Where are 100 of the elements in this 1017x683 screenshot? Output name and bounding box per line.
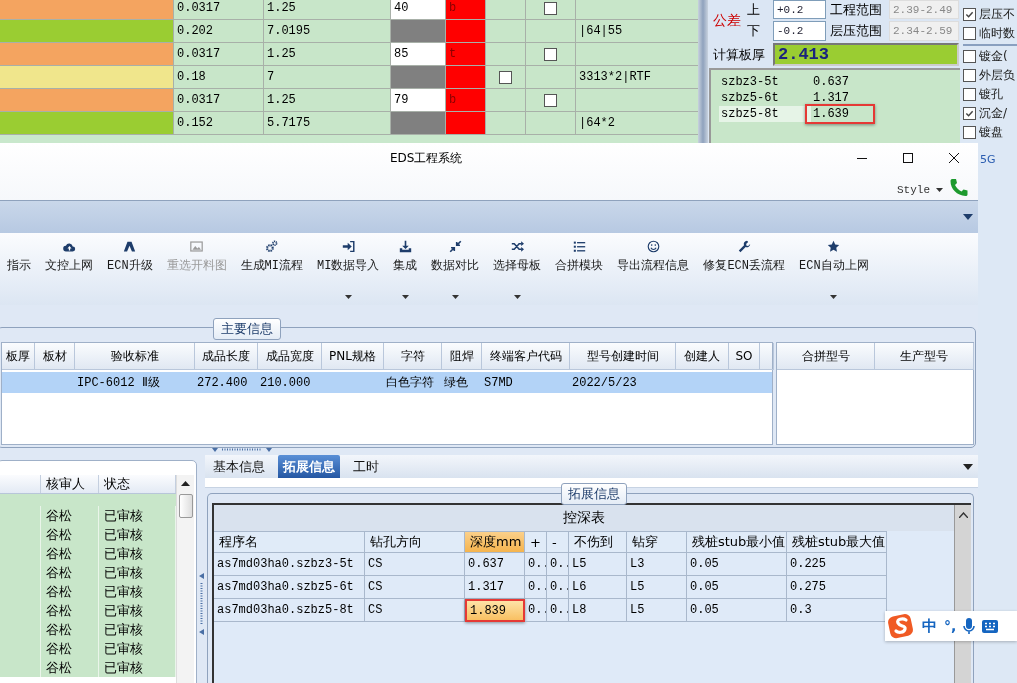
microphone-icon[interactable] (963, 617, 976, 635)
column-header[interactable]: 钻穿 (627, 531, 687, 553)
input-field[interactable]: +0.2 (773, 0, 826, 19)
column-header[interactable]: - (547, 531, 569, 553)
column-header[interactable]: 程序名 (214, 531, 365, 553)
table-cell-text: S7MD (483, 374, 514, 392)
field-label: 下 (747, 22, 761, 40)
table-cell: 谷松 (41, 525, 99, 544)
tab[interactable]: 拓展信息 (278, 455, 340, 478)
input-mode-button[interactable]: 中 (922, 616, 937, 636)
checkbox[interactable] (963, 27, 976, 40)
field-label: 计算板厚 (713, 45, 766, 64)
column-header[interactable]: 深度mm (465, 531, 525, 553)
column-header[interactable]: 钻孔方向 (365, 531, 465, 553)
column-header[interactable]: 板厚 (2, 343, 35, 370)
toolbar-button[interactable]: 修复ECN丢流程 (696, 233, 793, 303)
table-cell (391, 66, 445, 88)
column-header[interactable]: 不伤到 (569, 531, 627, 553)
checkbox[interactable] (544, 93, 557, 107)
column-header[interactable]: 板材 (35, 343, 75, 370)
table-cell (446, 20, 485, 42)
table-cell: 1.25 (264, 0, 390, 19)
splitter-grip-icon[interactable] (198, 573, 204, 635)
column-header[interactable]: + (525, 531, 547, 553)
column-header[interactable]: 创建人 (676, 343, 729, 370)
column-header[interactable]: 验收标准 (75, 343, 195, 370)
toolbar-button[interactable]: 文控上网 (38, 233, 100, 303)
column-header[interactable]: 型号创建时间 (570, 343, 676, 370)
column-header[interactable]: PNL规格 (322, 343, 384, 370)
logo-icon[interactable] (887, 612, 915, 640)
checkbox[interactable] (544, 47, 557, 61)
checkbox[interactable] (963, 69, 976, 82)
option-label: 镀孔 (979, 86, 1003, 103)
field-label: 公差 (713, 10, 742, 30)
table-cell: 已审核 (99, 658, 176, 677)
column-header[interactable]: 终端客户代码 (482, 343, 570, 370)
tab[interactable]: 工时 (348, 455, 384, 478)
phone-icon[interactable] (949, 177, 969, 196)
table-cell: 已审核 (99, 601, 176, 620)
scroll-up-icon[interactable] (958, 512, 968, 518)
checkbox[interactable] (963, 126, 976, 139)
toolbar-button[interactable]: 合拼模块 (548, 233, 611, 303)
table-cell-text: 绿色 (443, 375, 469, 392)
scroll-up-icon[interactable] (181, 481, 190, 486)
toolbar-button[interactable]: 生成MI流程 (233, 233, 310, 303)
table-cell: b (446, 89, 485, 111)
input-field[interactable]: 79 (391, 89, 445, 111)
option-label: 5G (980, 153, 996, 166)
column-header[interactable]: 字符 (384, 343, 442, 370)
column-header[interactable]: 阻焊 (442, 343, 482, 370)
option-label: 镀金( (979, 48, 1008, 65)
table-cell: 1.839 (465, 599, 525, 622)
toolbar-button[interactable]: MI数据导入 (310, 233, 387, 303)
column-header[interactable]: 核审人 (41, 475, 99, 493)
table-cell: 已审核 (99, 525, 176, 544)
table-cell: 谷松 (41, 620, 99, 639)
table-cell: 0.05 (687, 599, 787, 622)
toolbar-button[interactable]: ECN升级 (100, 233, 160, 303)
table-cell-text: 210.000 (259, 374, 312, 392)
table-cell: |64*2 (576, 112, 698, 134)
tab[interactable]: 基本信息 (208, 455, 270, 478)
punctuation-button[interactable]: °, (944, 618, 957, 634)
menu-caret-icon[interactable] (963, 463, 973, 470)
table-cell: 0.05 (687, 553, 787, 576)
toolbar-button[interactable]: ECN自动上网 (792, 233, 876, 303)
keyboard-icon[interactable] (982, 619, 999, 633)
checkbox[interactable] (544, 1, 557, 15)
scrollbar-thumb[interactable] (178, 494, 193, 518)
table-cell (446, 66, 485, 88)
toolbar-button[interactable]: 选择母板 (486, 233, 549, 303)
table-cell: L6 (569, 576, 627, 599)
style-menu[interactable]: Style (897, 177, 943, 196)
splitter-grip-icon[interactable] (212, 448, 272, 453)
input-field[interactable]: 40 (391, 0, 445, 19)
image-icon (190, 240, 204, 253)
input-field[interactable]: 85 (391, 43, 445, 65)
column-header[interactable]: SO (729, 343, 760, 370)
toolbar-button[interactable]: 集成 (386, 233, 425, 303)
table-row[interactable]: IPC-6012 Ⅱ级 272.400 210.000 白色字符 绿色 S7MD 2022/5/23 (2, 372, 772, 393)
checkbox[interactable] (499, 70, 512, 84)
column-header[interactable]: 成品长度 (195, 343, 258, 370)
toolbar-button[interactable]: 指示 (0, 233, 38, 303)
table-cell: as7md03ha0.szbz5-8t (214, 599, 365, 622)
table-cell: 0.05 (687, 576, 787, 599)
toolbar-button[interactable]: 导出流程信息 (610, 233, 697, 303)
checkbox[interactable] (963, 107, 976, 120)
toolbar-button[interactable]: 数据对比 (424, 233, 487, 303)
checkbox[interactable] (963, 50, 976, 63)
column-header[interactable]: 残桩stub最小值 (687, 531, 787, 553)
table-cell: L5 (627, 599, 687, 622)
input-field[interactable]: -0.2 (773, 21, 826, 41)
column-header[interactable]: 残桩stub最大值 (787, 531, 887, 553)
table-cell: b (446, 0, 485, 19)
column-header[interactable]: 生产型号 (875, 343, 974, 370)
table-cell: 1.25 (264, 89, 390, 111)
column-header[interactable]: 合拼型号 (777, 343, 875, 370)
menu-caret-icon[interactable] (963, 214, 973, 220)
checkbox[interactable] (963, 8, 976, 21)
column-header[interactable]: 成品宽度 (258, 343, 322, 370)
checkbox[interactable] (963, 88, 976, 101)
